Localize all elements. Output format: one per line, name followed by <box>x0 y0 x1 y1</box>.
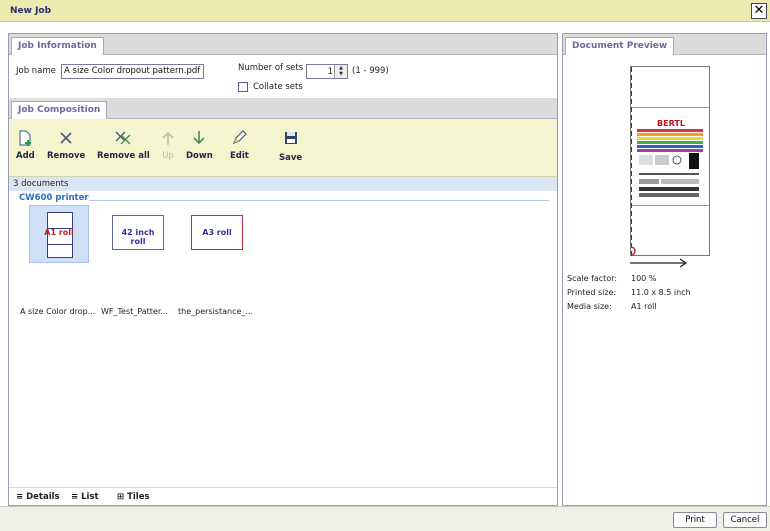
number-of-sets-label: Number of sets <box>238 63 304 73</box>
document-preview-panel: Document Preview BERTL Scale factor: 100… <box>562 33 767 506</box>
printed-size-label: Printed size: <box>567 288 617 297</box>
save-button[interactable]: Save <box>279 129 302 163</box>
printed-size-value: 11.0 x 8.5 inch <box>631 288 691 297</box>
preview-brand-text: BERTL <box>657 119 685 128</box>
collate-sets-label: Collate sets <box>253 82 303 92</box>
printer-name: CW600 printer <box>19 193 89 203</box>
arrow-up-icon <box>162 131 174 145</box>
up-label: Up <box>162 151 174 161</box>
view-tiles-label: Tiles <box>127 492 150 502</box>
remove-all-icon <box>115 131 131 145</box>
composition-toolbar: Add Remove Remove all Up Down Edit Save <box>9 119 557 177</box>
remove-button[interactable]: Remove <box>47 129 85 161</box>
remove-all-label: Remove all <box>97 151 150 161</box>
job-name-input[interactable]: A size Color dropout pattern.pdf <box>61 64 204 79</box>
down-label: Down <box>186 151 213 161</box>
printer-divider <box>89 200 549 201</box>
edit-label: Edit <box>230 151 249 161</box>
list-view-icon: ≡ <box>71 492 79 502</box>
view-details-label: Details <box>26 492 60 502</box>
printer-group-header: CW600 printer <box>9 191 557 205</box>
up-button[interactable]: Up <box>159 129 177 161</box>
save-label: Save <box>279 153 303 163</box>
print-button[interactable]: Print <box>673 512 717 528</box>
tab-job-composition[interactable]: Job Composition <box>11 101 108 119</box>
document-tile[interactable]: A3 roll <box>191 205 251 263</box>
collate-sets-checkbox[interactable] <box>238 82 248 92</box>
document-thumbnail: A3 roll <box>191 215 243 250</box>
job-information-section: Job name A size Color dropout pattern.pd… <box>9 55 557 98</box>
add-document-icon <box>19 130 32 146</box>
document-caption[interactable]: the_persistance_... <box>178 307 253 316</box>
pencil-icon <box>233 130 248 145</box>
view-details-option[interactable]: ≡ Details <box>16 492 60 502</box>
remove-all-button[interactable]: Remove all <box>97 129 150 161</box>
cancel-button[interactable]: Cancel <box>723 512 767 528</box>
remove-label: Remove <box>47 151 86 161</box>
document-preview-header: Document Preview <box>563 34 766 55</box>
add-label: Add <box>16 151 35 161</box>
document-count: 3 documents <box>9 177 557 191</box>
job-name-label: Job name <box>16 66 56 76</box>
remove-x-icon <box>60 132 72 144</box>
thumbnail-divider <box>48 244 72 245</box>
document-caption[interactable]: A size Color drop... <box>20 307 95 316</box>
stepper-arrows-icon[interactable]: ▲ ▼ <box>334 65 347 78</box>
window-titlebar: New Job ✕ <box>0 0 770 22</box>
scale-factor-label: Scale factor: <box>567 274 618 283</box>
document-tile[interactable]: 42 inch roll <box>112 205 172 263</box>
document-caption[interactable]: WF_Test_Patter... <box>101 307 168 316</box>
preview-content-graphic <box>631 67 705 257</box>
number-of-sets-value: 1 <box>327 67 333 77</box>
down-button[interactable]: Down <box>186 129 213 161</box>
dialog-footer: Print Cancel <box>0 506 770 531</box>
edit-button[interactable]: Edit <box>230 129 249 161</box>
number-of-sets-range: (1 - 999) <box>352 66 389 76</box>
close-button[interactable]: ✕ <box>751 3 767 19</box>
details-view-icon: ≡ <box>16 492 24 502</box>
scale-factor-value: 100 % <box>631 274 657 283</box>
tab-job-information[interactable]: Job Information <box>11 37 104 55</box>
document-tile[interactable]: A1 roll <box>29 205 89 263</box>
number-of-sets-stepper[interactable]: 1 ▲ ▼ <box>306 64 348 79</box>
media-size-label: Media size: <box>567 302 612 311</box>
document-tiles: A1 roll 42 inch roll A3 roll <box>9 205 557 275</box>
view-list-option[interactable]: ≡ List <box>71 492 99 502</box>
arrow-down-icon <box>193 131 205 145</box>
document-thumbnail-label: 42 inch roll <box>121 228 155 246</box>
tiles-view-icon: ⊞ <box>117 492 125 502</box>
view-list-label: List <box>81 492 99 502</box>
job-composition-header: Job Composition <box>9 98 557 119</box>
document-thumbnail-label: A3 roll <box>202 228 232 237</box>
view-options-bar: ≡ Details ≡ List ⊞ Tiles <box>9 487 557 505</box>
floppy-disk-icon <box>284 132 297 144</box>
job-panel: Job Information Job name A size Color dr… <box>8 33 558 506</box>
document-thumbnail: 42 inch roll <box>112 215 164 250</box>
tab-document-preview[interactable]: Document Preview <box>565 37 675 55</box>
media-size-value: A1 roll <box>631 302 657 311</box>
add-button[interactable]: Add <box>16 129 35 161</box>
preview-width-arrow-icon <box>630 258 688 268</box>
view-tiles-option[interactable]: ⊞ Tiles <box>117 492 150 502</box>
job-information-header: Job Information <box>9 34 557 55</box>
window-title: New Job <box>10 6 52 16</box>
document-thumbnail-label: A1 roll <box>44 228 74 237</box>
preview-page: BERTL <box>630 66 710 257</box>
